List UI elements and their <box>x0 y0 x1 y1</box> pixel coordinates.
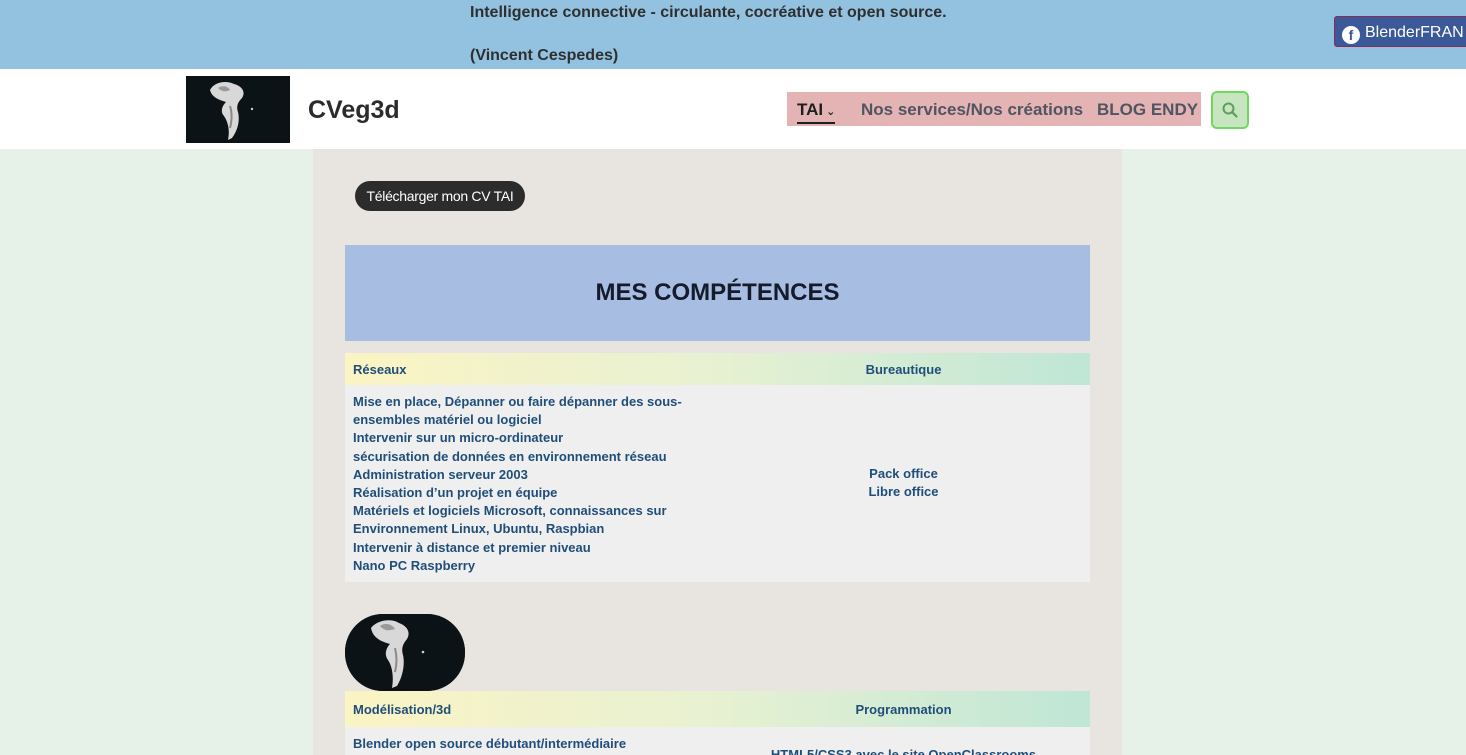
nav-item-services[interactable]: Nos services/Nos créations <box>861 100 1083 120</box>
list-item: Blender open source débutant/intermédiai… <box>353 736 627 751</box>
list-item: Réalisation d’un projet en équipe <box>353 485 558 501</box>
table-header-modeling: Modélisation/3d <box>353 702 452 717</box>
skills-table-body: Blender open source débutant/intermédiai… <box>345 727 1090 755</box>
skills-table-header-row: Modélisation/3d Programmation <box>345 691 1090 727</box>
list-item: Libre office <box>868 484 939 500</box>
list-item: Nano PC Raspberry <box>353 557 476 573</box>
nav-item-tai[interactable]: TAI ⌄ <box>797 100 836 124</box>
list-item: Intervenir sur un micro-ordinateur <box>353 430 564 446</box>
top-quote-author: (Vincent Cespedes) <box>470 47 619 64</box>
site-title[interactable]: CVeg3d <box>308 96 400 125</box>
facebook-page-label: BlenderFRAN <box>1365 24 1464 41</box>
facebook-icon: f <box>1342 26 1360 44</box>
skills-banner: MES COMPÉTENCES <box>345 245 1090 341</box>
site-header: CVeg3d TAI ⌄ Nos services/Nos créations B… <box>0 69 1466 149</box>
networks-skills-list: Mise en place, Dépanner ou faire dépanne… <box>353 393 713 575</box>
list-item: sécurisation de données en environnement… <box>353 448 667 464</box>
list-item: Matériels et logiciels Microsoft, connai… <box>353 503 667 537</box>
table-header-networks: Réseaux <box>353 362 407 377</box>
programming-skills-list: HTML5/CSS3 avec le site OpenClassrooms <box>717 746 1090 755</box>
table-header-office: Bureautique <box>865 362 942 377</box>
search-button[interactable] <box>1211 91 1249 129</box>
skills-table-header-row: Réseaux Bureautique <box>345 353 1090 385</box>
top-quote: Intelligence connective - circulante, co… <box>470 4 947 21</box>
table-header-programming: Programmation <box>855 702 952 717</box>
chevron-down-icon: ⌄ <box>826 106 836 118</box>
nav-item-label: TAI <box>797 100 824 119</box>
main-content: Télécharger mon CV TAI MES COMPÉTENCES R… <box>313 149 1122 755</box>
modeling-skills-list: Blender open source débutant/intermédiai… <box>353 735 713 753</box>
skills-section-title: MES COMPÉTENCES <box>595 279 840 306</box>
sculpture-image <box>345 614 465 691</box>
sculpture-thumbnail <box>345 614 465 691</box>
download-cv-button[interactable]: Télécharger mon CV TAI <box>355 181 525 211</box>
main-navigation: TAI ⌄ Nos services/Nos créations BLOG END… <box>787 92 1201 126</box>
list-item: Pack office <box>869 466 938 481</box>
list-item: Administration serveur 2003 <box>353 466 528 482</box>
office-skills-list: Pack office Libre office <box>717 465 1090 501</box>
list-item: Mise en place, Dépanner ou faire dépanne… <box>353 394 682 428</box>
list-item: Intervenir à distance et premier niveau <box>353 539 591 555</box>
nav-item-blog[interactable]: BLOG ENDY <box>1097 100 1198 120</box>
skills-table-body: Mise en place, Dépanner ou faire dépanne… <box>345 385 1090 582</box>
list-item: HTML5/CSS3 avec le site OpenClassrooms <box>770 747 1037 755</box>
facebook-page-button[interactable]: f BlenderFRAN <box>1334 16 1466 47</box>
sculpture-image <box>186 76 290 143</box>
top-announcement-bar: Intelligence connective - circulante, co… <box>0 0 1466 69</box>
site-logo[interactable] <box>186 76 290 143</box>
search-icon <box>1222 102 1238 118</box>
